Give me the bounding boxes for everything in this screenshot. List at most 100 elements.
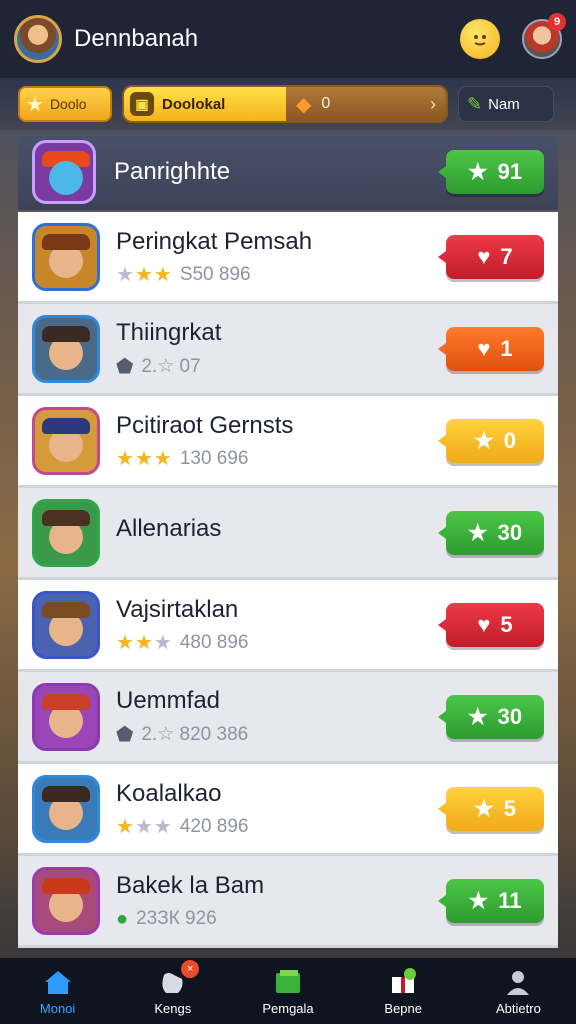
rating-star-icon: ⬟ — [116, 723, 134, 746]
nav-item-abtietro[interactable]: Abtietro — [461, 958, 576, 1024]
list-item[interactable]: Allenarias ★ 30 — [18, 488, 558, 580]
rating-star-icon: ★ — [134, 631, 153, 654]
player-avatar — [32, 222, 100, 291]
nav-label: Kengs — [154, 1000, 192, 1016]
rating-star-icon: ★ — [134, 815, 153, 838]
list-item[interactable]: Peringkat Pemsah ★ ★ ★ S50 896 ♥ 7 — [18, 212, 558, 304]
list-item[interactable]: Pcitiraot Gernsts ★ ★ ★ 130 696 ★ 0 — [18, 396, 558, 488]
rating-star-icon: ★ — [116, 815, 134, 838]
ticket-icon: ▣ — [130, 92, 154, 116]
player-avatar — [32, 774, 100, 843]
score-value: 5 — [503, 795, 516, 821]
list-item[interactable]: Koalalkao ★ ★ ★ 420 896 ★ 5 — [18, 764, 558, 856]
rating-star-icon: ★ — [134, 263, 153, 286]
leaderboard-header-name: Panrighhte — [114, 158, 231, 185]
nav-label: Bepne — [384, 1000, 422, 1016]
player-stats: 130 696 — [179, 447, 249, 469]
nav-item-monoi[interactable]: Monoi — [0, 958, 115, 1024]
player-avatar — [32, 866, 100, 935]
smiley-face-icon — [474, 35, 486, 46]
name-sort-button[interactable]: ✎ Nam — [458, 86, 554, 122]
player-avatar — [32, 314, 100, 383]
name-sort-label: Nam — [488, 95, 520, 113]
nav-label: Pemgala — [262, 1000, 314, 1016]
nav-label: Monoi — [39, 1000, 76, 1016]
user-avatar[interactable] — [14, 15, 62, 63]
app-title: Dennbanah — [74, 25, 199, 52]
chevron-right-icon: › — [430, 93, 436, 114]
star-icon: ★ — [467, 519, 488, 545]
gift-icon — [384, 967, 422, 997]
score-value: 30 — [497, 519, 523, 545]
person-icon — [499, 967, 537, 997]
player-avatar — [32, 682, 100, 751]
score-value: 11 — [498, 887, 522, 913]
nav-item-bepne[interactable]: Bepne — [346, 958, 461, 1024]
coin-value: 0 — [321, 95, 331, 112]
filter-bar: ★ Doolo ▣ Doolokal ◆ 0 › ✎ Nam — [0, 78, 576, 130]
profile-button[interactable]: 9 — [522, 13, 566, 59]
header-avatar — [32, 140, 96, 204]
rating-star-icon: ● — [116, 907, 129, 930]
player-name: Vajsirtaklan — [116, 595, 239, 623]
player-name: Bakek la Bam — [116, 871, 265, 899]
score-value: 30 — [497, 703, 523, 729]
main-filter-dropdown[interactable]: ▣ Doolokal ◆ 0 › — [122, 85, 448, 123]
notification-badge: 9 — [548, 13, 566, 31]
list-item[interactable]: Uemmfad ⬟ 2.☆ 820 386 ★ 30 — [18, 672, 558, 764]
top-bar: Dennbanah 9 — [0, 0, 576, 78]
player-stats: 23ЗК 926 — [136, 907, 217, 929]
score-badge: ★ 30 — [438, 510, 544, 555]
score-value: 5 — [500, 611, 513, 637]
leaderboard-list: Peringkat Pemsah ★ ★ ★ S50 896 ♥ 7 Thiingrkat ⬟ 2… — [18, 212, 558, 948]
player-stats: 480 896 — [179, 631, 249, 653]
score-badge: ★ 30 — [438, 694, 544, 739]
rating-star-icon: ★ — [116, 263, 134, 286]
rating-star-icon: ★ — [153, 631, 172, 654]
star-icon: ★ — [467, 159, 488, 184]
sort-icon: ✎ — [467, 93, 483, 114]
score-badge: ★ 0 — [438, 418, 544, 463]
score-value: 7 — [500, 243, 513, 269]
star-icon: ★ — [474, 427, 494, 453]
score-badge: ★ 5 — [438, 786, 544, 831]
player-avatar — [32, 498, 100, 567]
player-stats: 2.☆ 07 — [141, 356, 201, 377]
list-item[interactable]: Bakek la Bam ● 23ЗК 926 ★ 11 — [18, 856, 558, 948]
smiley-icon[interactable] — [460, 19, 500, 59]
score-badge: ♥ 7 — [438, 234, 544, 279]
player-stats: 420 896 — [179, 815, 249, 837]
nav-item-kengs[interactable]: × Kengs — [115, 958, 230, 1024]
score-badge: ♥ 1 — [438, 326, 544, 371]
category-label: Doolo — [49, 96, 87, 112]
cards-icon — [269, 967, 307, 997]
header-score: 91 — [497, 159, 523, 184]
player-name: Koalalkao — [116, 779, 222, 807]
nav-badge: × — [181, 960, 200, 978]
player-stats: 2.☆ 820 386 — [141, 724, 249, 745]
heart-icon: ♥ — [477, 243, 491, 269]
list-item[interactable]: Thiingrkat ⬟ 2.☆ 07 ♥ 1 — [18, 304, 558, 396]
player-stats: S50 896 — [179, 263, 251, 285]
nav-item-pemgala[interactable]: Pemgala — [230, 958, 345, 1024]
category-filter-button[interactable]: ★ Doolo — [18, 86, 112, 122]
rating-star-icon: ★ — [116, 447, 134, 470]
bottom-navigation: Monoi × Kengs Pemgala Bepne Abtietro — [0, 958, 576, 1024]
nav-label: Abtietro — [496, 1000, 541, 1016]
rating-star-icon: ★ — [153, 263, 172, 286]
rating-star-icon: ★ — [134, 447, 153, 470]
rating-star-icon: ⬟ — [116, 355, 134, 378]
star-icon: ★ — [468, 887, 489, 913]
star-icon: ★ — [26, 93, 44, 116]
heart-icon: ♥ — [477, 335, 491, 361]
player-name: Peringkat Pemsah — [116, 227, 313, 255]
coin-icon: ◆ — [296, 93, 312, 116]
rating-star-icon: ★ — [153, 815, 172, 838]
heart-icon: ♥ — [477, 611, 491, 637]
player-name: Pcitiraot Gernsts — [116, 411, 294, 439]
list-item[interactable]: Vajsirtaklan ★ ★ ★ 480 896 ♥ 5 — [18, 580, 558, 672]
star-icon: ★ — [467, 703, 488, 729]
rating-star-icon: ★ — [153, 447, 172, 470]
player-name: Uemmfad — [116, 687, 221, 714]
rating-star-icon: ★ — [116, 631, 134, 654]
